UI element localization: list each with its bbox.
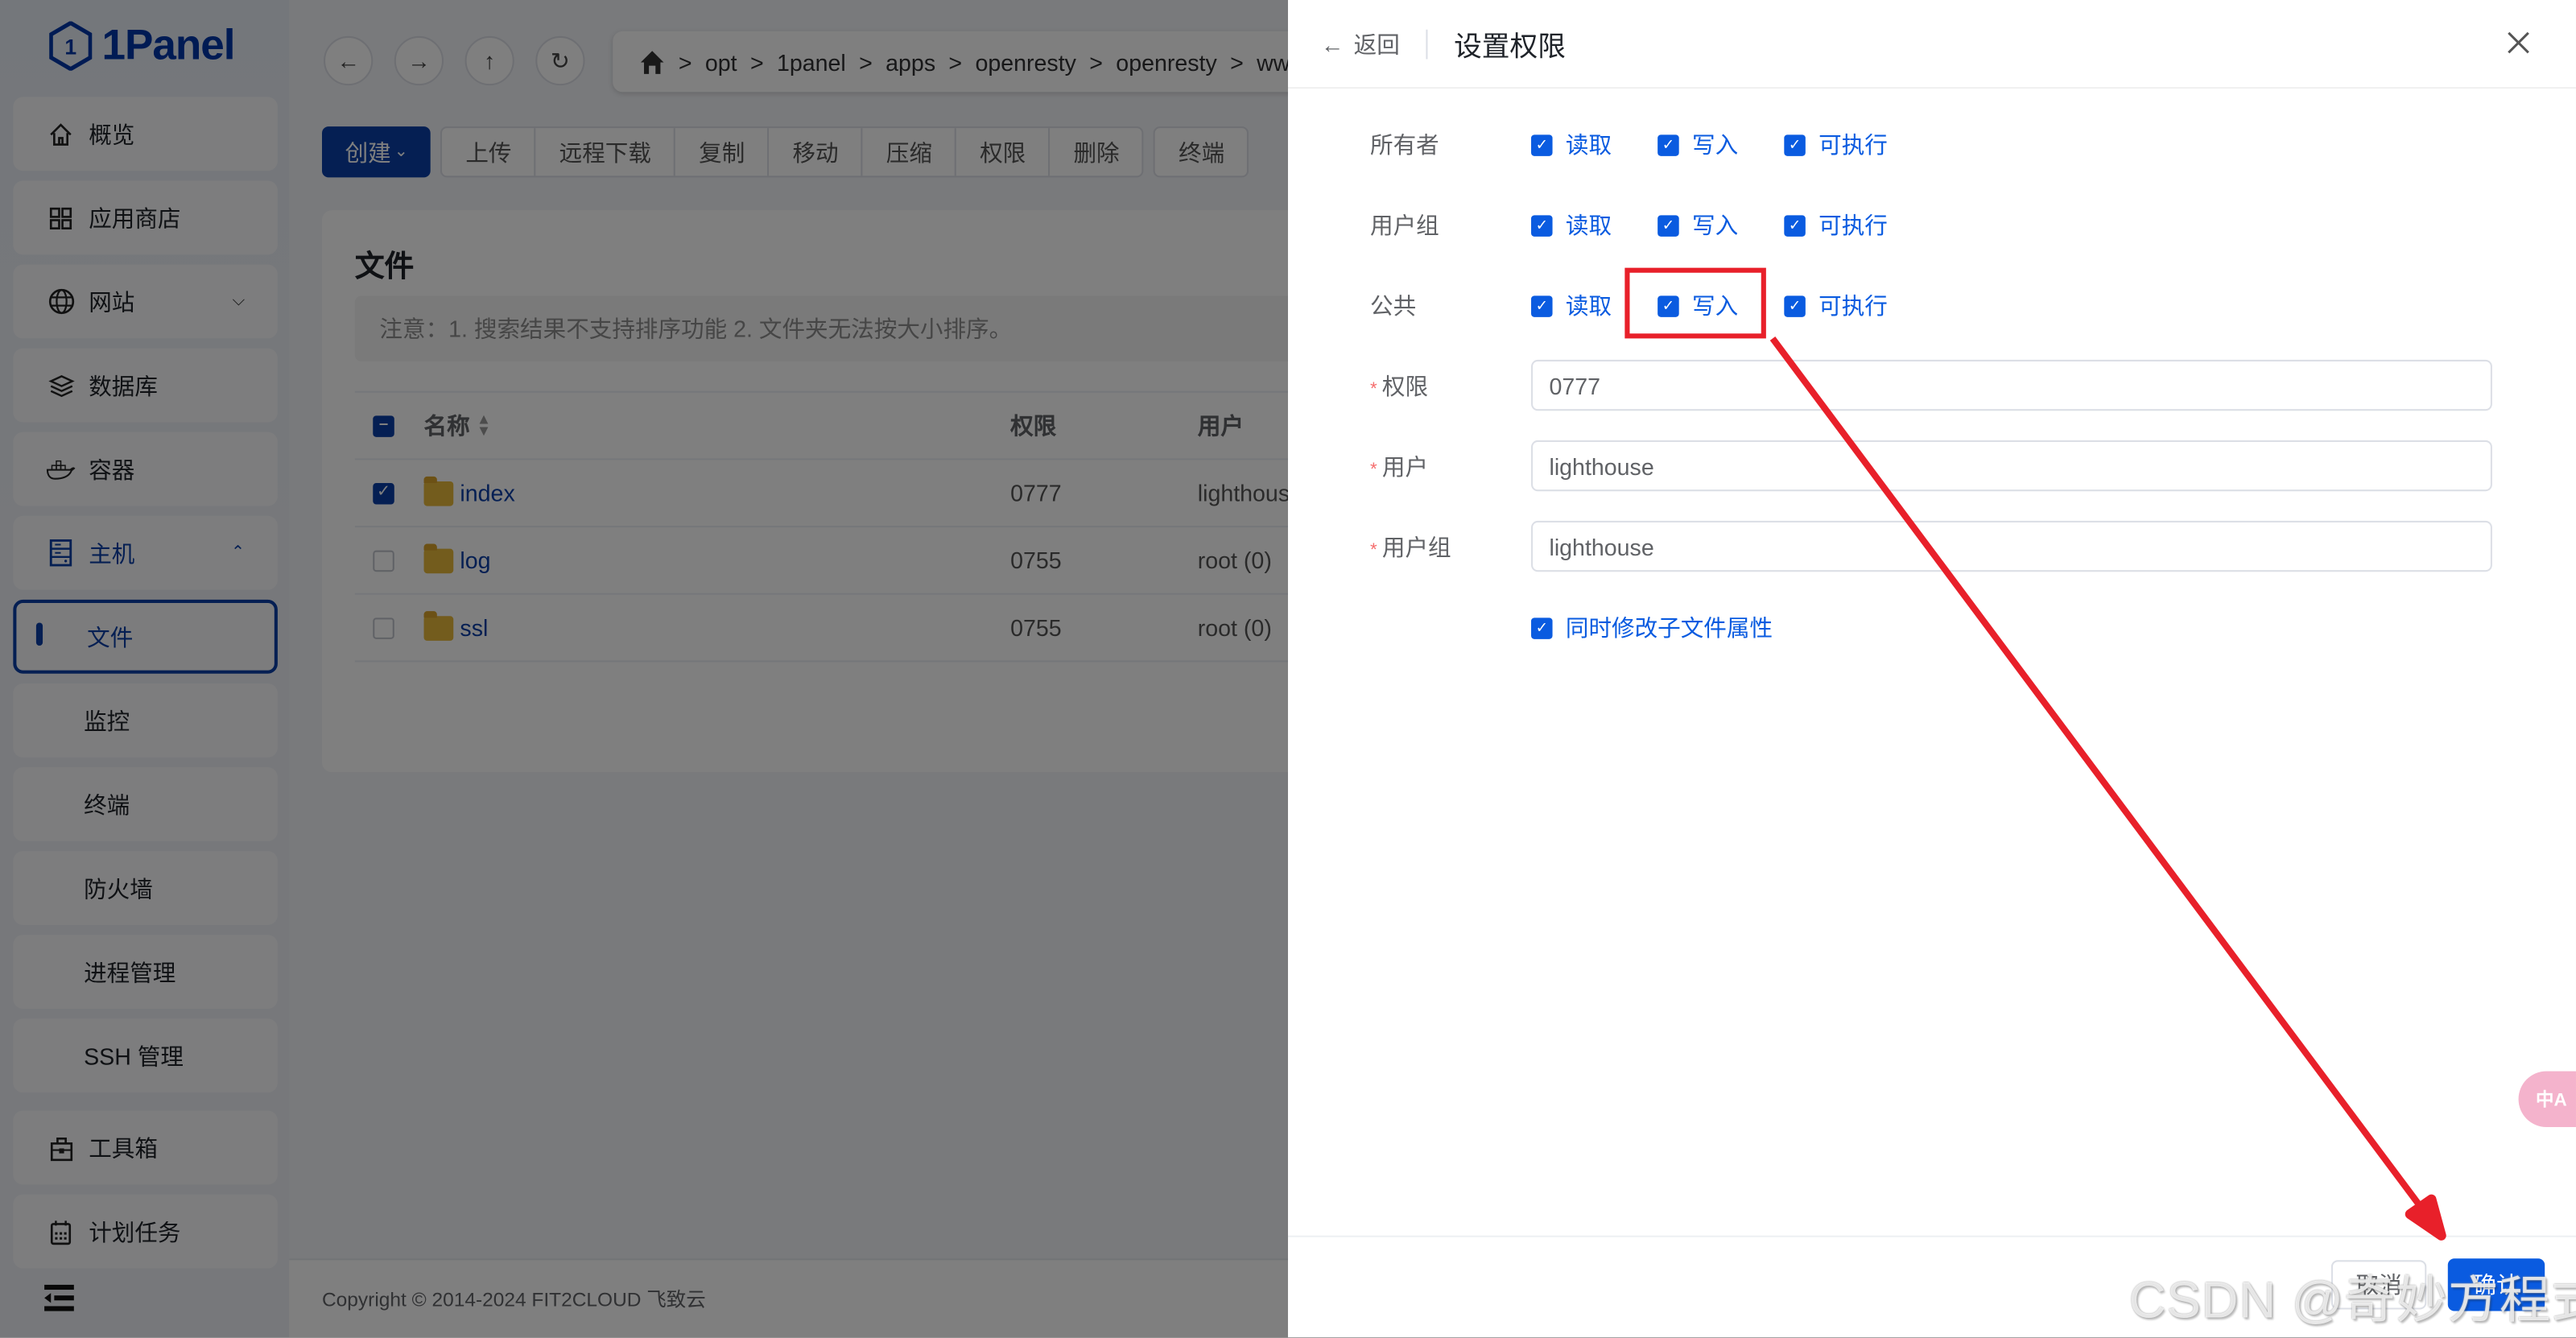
back-label: 返回 — [1353, 30, 1400, 57]
recursive-checkbox[interactable]: ✓ 同时修改子文件属性 — [1531, 611, 1773, 644]
drawer-overlay-mask[interactable] — [0, 0, 1288, 1338]
field-label-text: 用户组 — [1381, 533, 1451, 560]
permission-input[interactable]: 0777 — [1531, 359, 2492, 411]
field-label: * 用户 — [1370, 449, 1531, 482]
checkbox-checked-icon: ✓ — [1531, 617, 1553, 638]
drawer-header: ← 返回 设置权限 — [1287, 0, 2576, 89]
user-input[interactable]: lighthouse — [1531, 440, 2492, 492]
arrow-left-icon: ← — [1320, 30, 1344, 57]
app-root: 1 1Panel 概览 应用商店 网站 ⌵ 数据库 容器 主机 ⌃ — [0, 0, 2576, 1338]
required-asterisk: * — [1370, 378, 1377, 399]
checkbox-checked-icon: ✓ — [1657, 214, 1679, 236]
checkbox-label: 读取 — [1565, 292, 1612, 319]
translate-fab-icon[interactable]: 中A — [2518, 1071, 2576, 1127]
checkbox-checked-icon: ✓ — [1531, 134, 1553, 155]
recursive-row: ✓ 同时修改子文件属性 — [1531, 611, 1818, 644]
permission-field-row: * 权限 0777 — [1370, 359, 2492, 411]
field-label-text: 权限 — [1381, 372, 1429, 399]
checkbox-checked-icon: ✓ — [1784, 214, 1806, 236]
required-asterisk: * — [1370, 459, 1377, 479]
back-button[interactable]: ← 返回 — [1321, 27, 1400, 60]
owner-write-checkbox[interactable]: ✓ 写入 — [1657, 128, 1738, 161]
field-label: * 用户组 — [1370, 530, 1531, 563]
field-label-text: 用户 — [1381, 452, 1429, 479]
public-exec-checkbox[interactable]: ✓ 可执行 — [1784, 289, 1888, 322]
annotation-highlight-box — [1624, 267, 1766, 339]
watermark-text: CSDN @奇妙方程式 — [2128, 1271, 2576, 1330]
checkbox-label: 同时修改子文件属性 — [1565, 614, 1773, 641]
user-field-row: * 用户 lighthouse — [1370, 440, 2492, 492]
checkbox-label: 可执行 — [1818, 292, 1888, 319]
checkbox-label: 读取 — [1565, 131, 1612, 158]
public-read-checkbox[interactable]: ✓ 读取 — [1531, 289, 1612, 322]
row-label: 公共 — [1370, 292, 1417, 319]
checkbox-label: 可执行 — [1818, 131, 1888, 158]
owner-permission-row: 所有者 ✓ 读取 ✓ 写入 ✓ 可执行 — [1370, 128, 1934, 161]
group-write-checkbox[interactable]: ✓ 写入 — [1657, 209, 1738, 242]
checkbox-checked-icon: ✓ — [1657, 134, 1679, 155]
owner-exec-checkbox[interactable]: ✓ 可执行 — [1784, 128, 1888, 161]
group-permission-row: 用户组 ✓ 读取 ✓ 写入 ✓ 可执行 — [1370, 209, 1934, 242]
group-read-checkbox[interactable]: ✓ 读取 — [1531, 209, 1612, 242]
checkbox-checked-icon: ✓ — [1784, 295, 1806, 316]
row-label: 用户组 — [1370, 212, 1439, 238]
field-label: * 权限 — [1370, 369, 1531, 402]
group-field-row: * 用户组 lighthouse — [1370, 520, 2492, 572]
checkbox-label: 读取 — [1565, 212, 1612, 238]
drawer-title: 设置权限 — [1454, 31, 1566, 63]
checkbox-label: 写入 — [1692, 212, 1739, 238]
checkbox-checked-icon: ✓ — [1531, 214, 1553, 236]
required-asterisk: * — [1370, 539, 1377, 560]
owner-read-checkbox[interactable]: ✓ 读取 — [1531, 128, 1612, 161]
checkbox-label: 写入 — [1692, 131, 1739, 158]
group-exec-checkbox[interactable]: ✓ 可执行 — [1784, 209, 1888, 242]
header-divider — [1426, 28, 1428, 59]
group-input[interactable]: lighthouse — [1531, 520, 2492, 572]
close-icon[interactable] — [2504, 28, 2533, 58]
checkbox-label: 可执行 — [1818, 212, 1888, 238]
set-permission-drawer: ← 返回 设置权限 所有者 ✓ 读取 ✓ 写入 ✓ 可执行 用户组 ✓ 读取 ✓ 写入 ✓… — [1287, 0, 2576, 1338]
row-label: 所有者 — [1370, 131, 1439, 158]
checkbox-checked-icon: ✓ — [1531, 295, 1553, 316]
checkbox-checked-icon: ✓ — [1784, 134, 1806, 155]
